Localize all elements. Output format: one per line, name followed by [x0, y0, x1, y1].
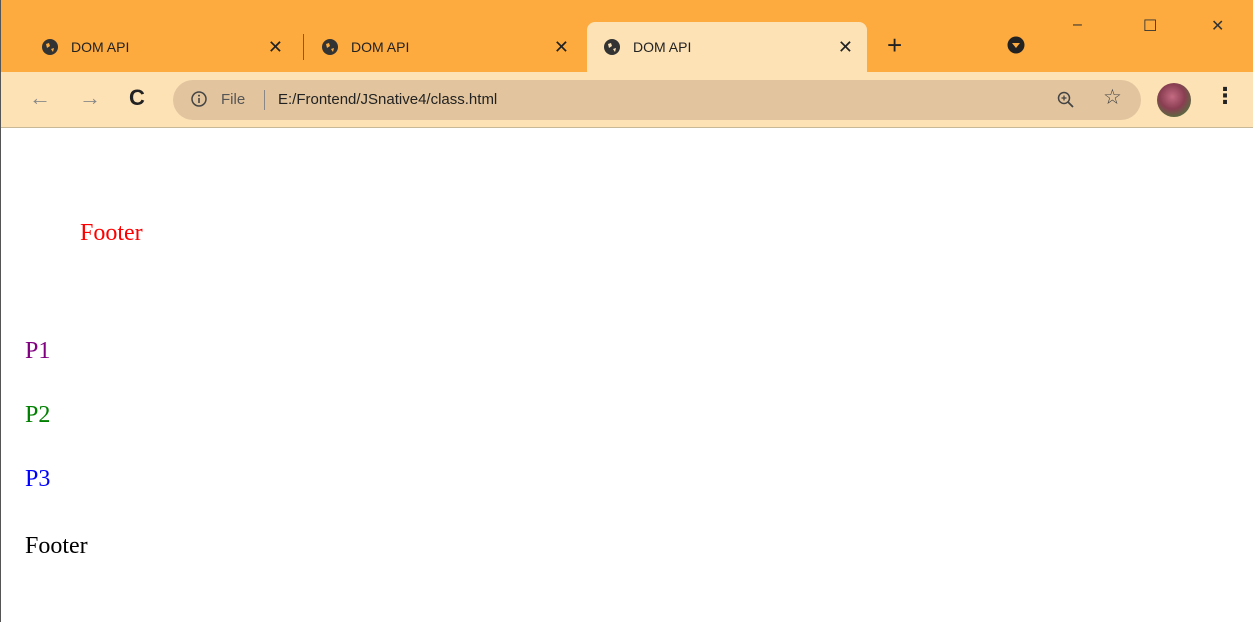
tab-title: DOM API: [633, 39, 692, 55]
new-tab-button[interactable]: +: [887, 32, 902, 58]
address-bar[interactable]: File E:/Frontend/JSnative4/class.html ☆: [173, 80, 1141, 120]
toolbar: ← → C File E:/Frontend/JSnative4/class.h…: [1, 72, 1253, 128]
globe-icon: [604, 39, 620, 55]
globe-icon: [322, 39, 338, 55]
paragraph-p3: P3: [25, 466, 51, 492]
tab-1[interactable]: DOM API ✕: [25, 22, 297, 72]
back-button[interactable]: ←: [29, 87, 51, 109]
tab-2[interactable]: DOM API ✕: [305, 22, 583, 72]
footer-text-black: Footer: [25, 533, 88, 559]
tab-3-active[interactable]: DOM API ✕: [587, 22, 867, 72]
tab-separator: [303, 34, 304, 60]
footer-text-red: Footer: [80, 220, 143, 246]
close-tab-icon[interactable]: ✕: [838, 37, 853, 57]
zoom-icon[interactable]: [1057, 91, 1075, 109]
tab-search-icon[interactable]: [1007, 36, 1025, 54]
paragraph-p1: P1: [25, 338, 51, 364]
close-tab-icon[interactable]: ✕: [554, 37, 569, 57]
reload-button[interactable]: C: [129, 87, 145, 109]
forward-button[interactable]: →: [79, 87, 101, 109]
close-window-button[interactable]: ✕: [1211, 16, 1224, 36]
divider: [264, 90, 265, 110]
url-text[interactable]: E:/Frontend/JSnative4/class.html: [278, 91, 497, 108]
menu-icon[interactable]: ⋮: [1214, 85, 1236, 107]
globe-icon: [42, 39, 58, 55]
minimize-button[interactable]: –: [1073, 16, 1082, 34]
close-tab-icon[interactable]: ✕: [268, 37, 283, 57]
info-icon[interactable]: [191, 91, 207, 107]
tab-title: DOM API: [71, 39, 130, 55]
page-content: Footer P1 P2 P3 Footer: [1, 128, 1253, 622]
file-chip: File: [221, 91, 246, 108]
maximize-button[interactable]: ☐: [1143, 16, 1157, 36]
tab-strip: DOM API ✕ DOM API ✕ DOM API ✕ + – ☐ ✕: [1, 0, 1253, 72]
tab-title: DOM API: [351, 39, 410, 55]
paragraph-p2: P2: [25, 402, 51, 428]
browser-window: DOM API ✕ DOM API ✕ DOM API ✕ + – ☐ ✕ ← …: [0, 0, 1253, 622]
bookmark-star-icon[interactable]: ☆: [1103, 85, 1122, 110]
profile-avatar[interactable]: [1157, 83, 1191, 117]
